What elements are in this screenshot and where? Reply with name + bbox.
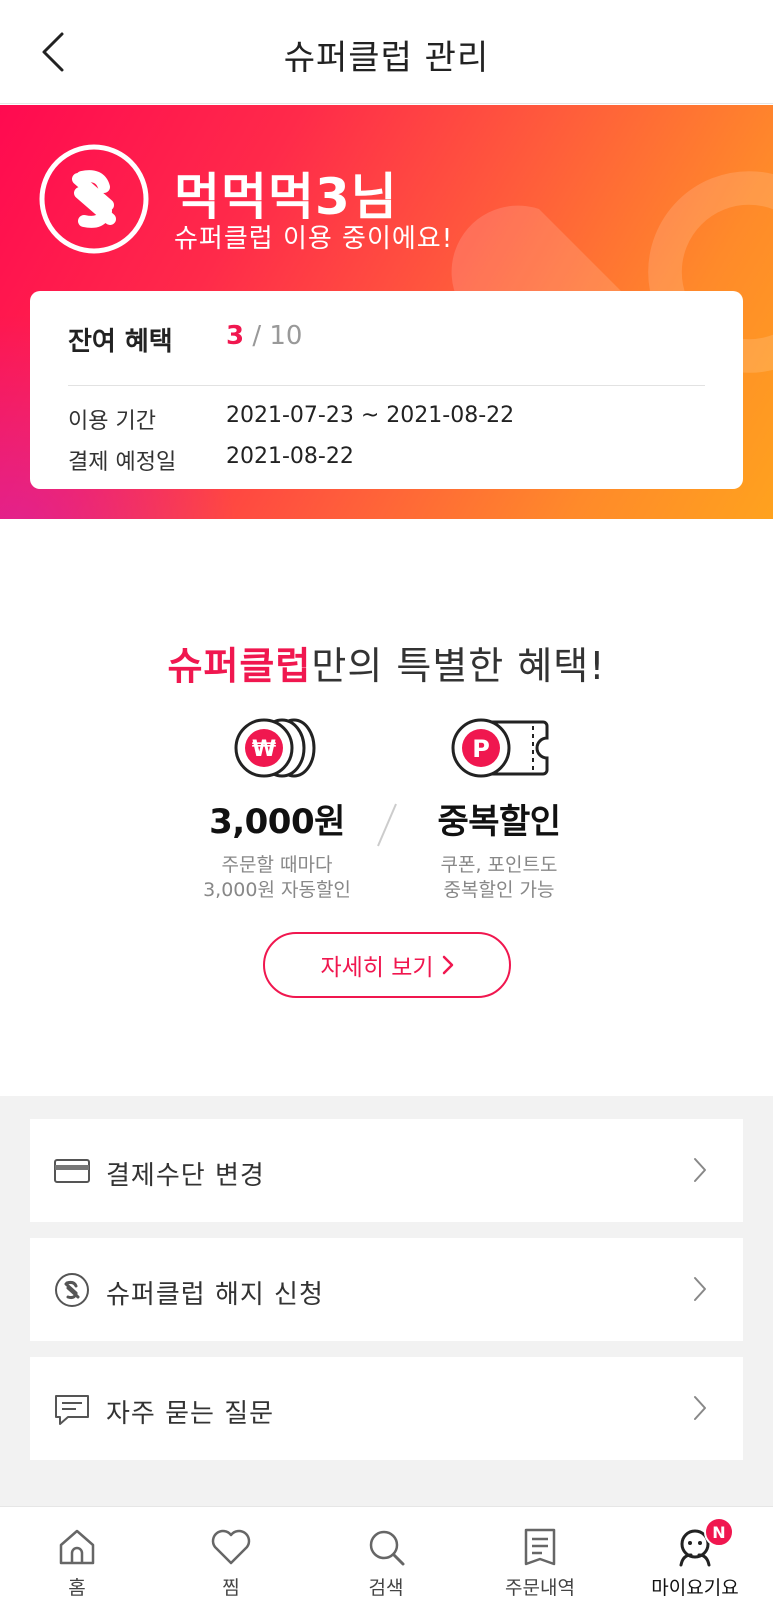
remaining-total: / 10 <box>252 321 303 351</box>
membership-status: 슈퍼클럽 이용 중이에요! <box>174 224 454 254</box>
benefit-double-discount: P 중복할인 쿠폰, 포인트도 중복할인 가능 <box>389 716 609 903</box>
remaining-benefit-label: 잔여 혜택 <box>68 327 173 357</box>
nav-orders[interactable]: 주문내역 <box>463 1507 617 1610</box>
benefit-desc: 쿠폰, 포인트도 중복할인 가능 <box>389 853 609 903</box>
cancel-superclub-item[interactable]: 슈퍼클럽 해지 신청 <box>30 1238 743 1341</box>
chevron-right-icon <box>694 1277 706 1301</box>
home-icon <box>59 1529 95 1565</box>
nav-label: 주문내역 <box>505 1577 575 1599</box>
remaining-benefit-count: 3 / 10 <box>226 321 302 351</box>
notification-badge: N <box>704 1517 734 1547</box>
period-label: 이용 기간 <box>68 409 156 434</box>
credit-card-icon <box>54 1159 90 1183</box>
period-value: 2021-07-23 ~ 2021-08-22 <box>226 403 515 428</box>
superclub-logo-icon <box>39 144 149 254</box>
benefit-desc-line: 쿠폰, 포인트도 <box>440 854 558 876</box>
see-details-button[interactable]: 자세히 보기 <box>263 932 511 998</box>
nav-my-yogiyo[interactable]: N 마이요기요 <box>618 1507 772 1610</box>
search-icon <box>369 1530 405 1566</box>
chat-icon <box>55 1395 89 1425</box>
menu-item-label: 슈퍼클럽 해지 신청 <box>106 1280 324 1310</box>
benefit-desc: 주문할 때마다 3,000원 자동할인 <box>167 853 387 903</box>
see-details-label: 자세히 보기 <box>320 955 434 981</box>
membership-hero: 먹먹먹3님 슈퍼클럽 이용 중이에요! 잔여 혜택 3 / 10 이용 기간 2… <box>0 105 773 519</box>
faq-item[interactable]: 자주 묻는 질문 <box>30 1357 743 1460</box>
benefit-desc-line: 주문할 때마다 <box>221 854 333 876</box>
nav-search[interactable]: 검색 <box>309 1507 463 1610</box>
point-coupon-icon: P <box>451 718 549 778</box>
chevron-right-icon <box>694 1396 706 1420</box>
benefit-desc-line: 중복할인 가능 <box>443 879 555 901</box>
benefit-auto-discount: ₩ 3,000원 주문할 때마다 3,000원 자동할인 <box>167 716 387 903</box>
svg-text:P: P <box>472 735 490 763</box>
payment-date-value: 2021-08-22 <box>226 444 354 469</box>
benefit-main: 3,000원 <box>209 802 345 842</box>
remaining-current: 3 <box>226 321 245 351</box>
chevron-right-icon <box>442 955 453 975</box>
nav-label: 홈 <box>68 1577 86 1599</box>
won-coins-icon: ₩ <box>234 718 316 778</box>
nav-label: 마이요기요 <box>651 1577 739 1599</box>
menu-item-label: 결제수단 변경 <box>106 1161 265 1191</box>
benefit-main: 중복할인 <box>437 802 561 842</box>
membership-info-card: 잔여 혜택 3 / 10 이용 기간 2021-07-23 ~ 2021-08-… <box>30 291 743 489</box>
order-list-icon <box>524 1528 556 1566</box>
nav-home[interactable]: 홈 <box>0 1507 154 1610</box>
page-title: 슈퍼클럽 관리 <box>283 38 490 78</box>
payment-date-label: 결제 예정일 <box>68 450 177 475</box>
benefits-title: 슈퍼클럽만의 특별한 혜택! <box>0 635 773 690</box>
benefits-title-rest: 만의 특별한 혜택! <box>311 644 606 688</box>
heart-icon <box>211 1529 251 1565</box>
benefit-desc-line: 3,000원 자동할인 <box>203 879 351 901</box>
change-payment-method-item[interactable]: 결제수단 변경 <box>30 1119 743 1222</box>
nav-label: 찜 <box>222 1577 240 1599</box>
nav-label: 검색 <box>368 1577 404 1599</box>
svg-text:₩: ₩ <box>252 737 276 762</box>
nav-favorites[interactable]: 찜 <box>154 1507 308 1610</box>
benefits-title-accent: 슈퍼클럽 <box>167 644 312 688</box>
chevron-right-icon <box>694 1158 706 1182</box>
bottom-navigation: 홈 찜 검색 주문내역 N 마이요기요 <box>0 1506 773 1610</box>
menu-item-label: 자주 묻는 질문 <box>106 1399 275 1429</box>
superclub-icon <box>55 1273 89 1307</box>
card-divider <box>68 385 705 386</box>
top-app-bar: 슈퍼클럽 관리 <box>0 0 773 104</box>
